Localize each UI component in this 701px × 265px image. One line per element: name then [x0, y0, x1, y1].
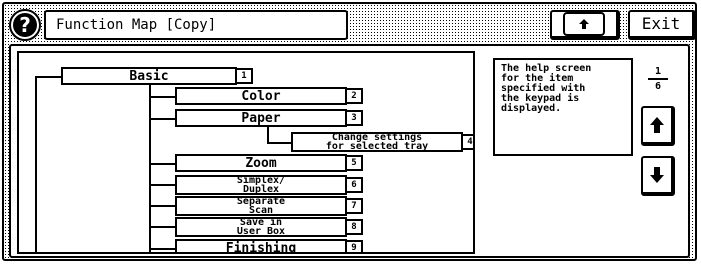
item-number: 8 — [345, 219, 363, 235]
tree-node-paper[interactable]: Paper — [175, 109, 347, 127]
copier-screen: ? Function Map [Copy] Exit Basic 1 Color… — [2, 2, 697, 261]
scroll-up-button[interactable] — [641, 106, 675, 146]
tree-node-finishing[interactable]: Finishing — [175, 239, 347, 252]
tree-connector — [149, 226, 177, 228]
item-number: 7 — [345, 198, 363, 214]
node-label-line: Scan — [248, 205, 274, 216]
current-page: 1 — [654, 66, 662, 77]
tree-node-zoom[interactable]: Zoom — [175, 154, 347, 172]
tree-node-change-settings-for-selected-tray[interactable]: Change settings for selected tray — [291, 132, 463, 152]
tree-connector — [35, 76, 63, 78]
page-indicator: 1 6 — [641, 66, 675, 92]
arrow-up-icon — [650, 117, 664, 133]
item-number: 3 — [345, 110, 363, 126]
item-number: 4 — [461, 134, 473, 150]
item-number: 9 — [345, 240, 363, 252]
item-number: 1 — [235, 68, 253, 84]
tree-node-basic[interactable]: Basic — [61, 67, 237, 85]
tree-connector — [35, 76, 37, 252]
tree-node-separate-scan[interactable]: Separate Scan — [175, 196, 347, 216]
tree-connector — [149, 163, 177, 165]
tree-connector — [149, 96, 177, 98]
page-divider — [648, 78, 668, 80]
tree-connector — [149, 118, 177, 120]
item-number: 2 — [345, 88, 363, 104]
function-map-panel: Basic 1 Color 2 Paper 3 Change settings … — [9, 44, 690, 258]
node-label-line: User Box — [236, 226, 286, 237]
tree-connector — [149, 205, 177, 207]
tree-connector — [149, 248, 177, 250]
up-arrow-icon-frame — [563, 12, 605, 36]
tree-connector — [149, 84, 151, 252]
tree-node-save-in-user-box[interactable]: Save in User Box — [175, 217, 347, 237]
up-arrow-icon — [579, 19, 589, 29]
tree-connector — [267, 142, 293, 144]
item-number: 5 — [345, 155, 363, 171]
question-mark-icon: ? — [13, 13, 37, 37]
scroll-down-button[interactable] — [641, 156, 675, 196]
help-button[interactable]: ? — [9, 9, 41, 41]
total-pages: 6 — [654, 81, 662, 92]
node-label-line: Duplex — [242, 184, 280, 195]
tree-node-color[interactable]: Color — [175, 87, 347, 105]
back-up-button[interactable] — [550, 10, 620, 40]
screen-title: Function Map [Copy] — [44, 10, 348, 40]
tree-connector — [149, 184, 177, 186]
arrow-down-icon — [650, 167, 664, 183]
help-message: The help screen for the item specified w… — [493, 58, 633, 156]
exit-button[interactable]: Exit — [628, 10, 695, 40]
function-tree: Basic 1 Color 2 Paper 3 Change settings … — [17, 51, 475, 254]
tree-node-simplex-duplex[interactable]: Simplex/ Duplex — [175, 175, 347, 195]
node-label-line: for selected tray — [325, 141, 429, 152]
item-number: 6 — [345, 177, 363, 193]
